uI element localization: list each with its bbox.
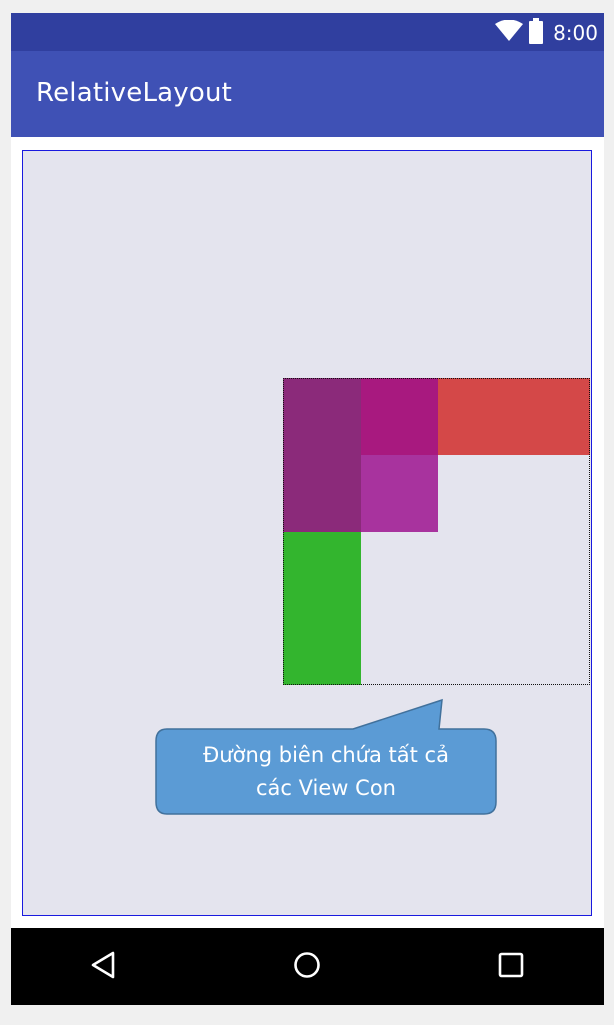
- navigation-bar: [11, 928, 604, 1005]
- callout-line-2: các View Con: [256, 775, 396, 800]
- phone-screen: 8:00 RelativeLayout Đường biên chứa tất …: [11, 13, 604, 1005]
- back-icon: [89, 950, 119, 985]
- callout-line-1: Đường biên chứa tất cả: [203, 742, 449, 767]
- child-views-boundary: [283, 378, 590, 685]
- app-bar: RelativeLayout: [11, 51, 604, 137]
- battery-icon: [529, 17, 544, 49]
- recents-icon: [496, 950, 526, 985]
- home-button[interactable]: [287, 947, 327, 987]
- wifi-icon: [495, 19, 524, 47]
- status-icons: 8:00: [495, 17, 598, 49]
- relative-layout-container: Đường biên chứa tất cả các View Con: [22, 150, 592, 916]
- callout-text: Đường biên chứa tất cả các View Con: [156, 729, 496, 814]
- app-title: RelativeLayout: [36, 78, 233, 108]
- content-area: Đường biên chứa tất cả các View Con: [11, 137, 604, 928]
- back-button[interactable]: [84, 947, 124, 987]
- home-icon: [292, 950, 322, 985]
- status-bar: 8:00: [11, 13, 604, 51]
- recents-button[interactable]: [491, 947, 531, 987]
- status-time: 8:00: [553, 21, 598, 45]
